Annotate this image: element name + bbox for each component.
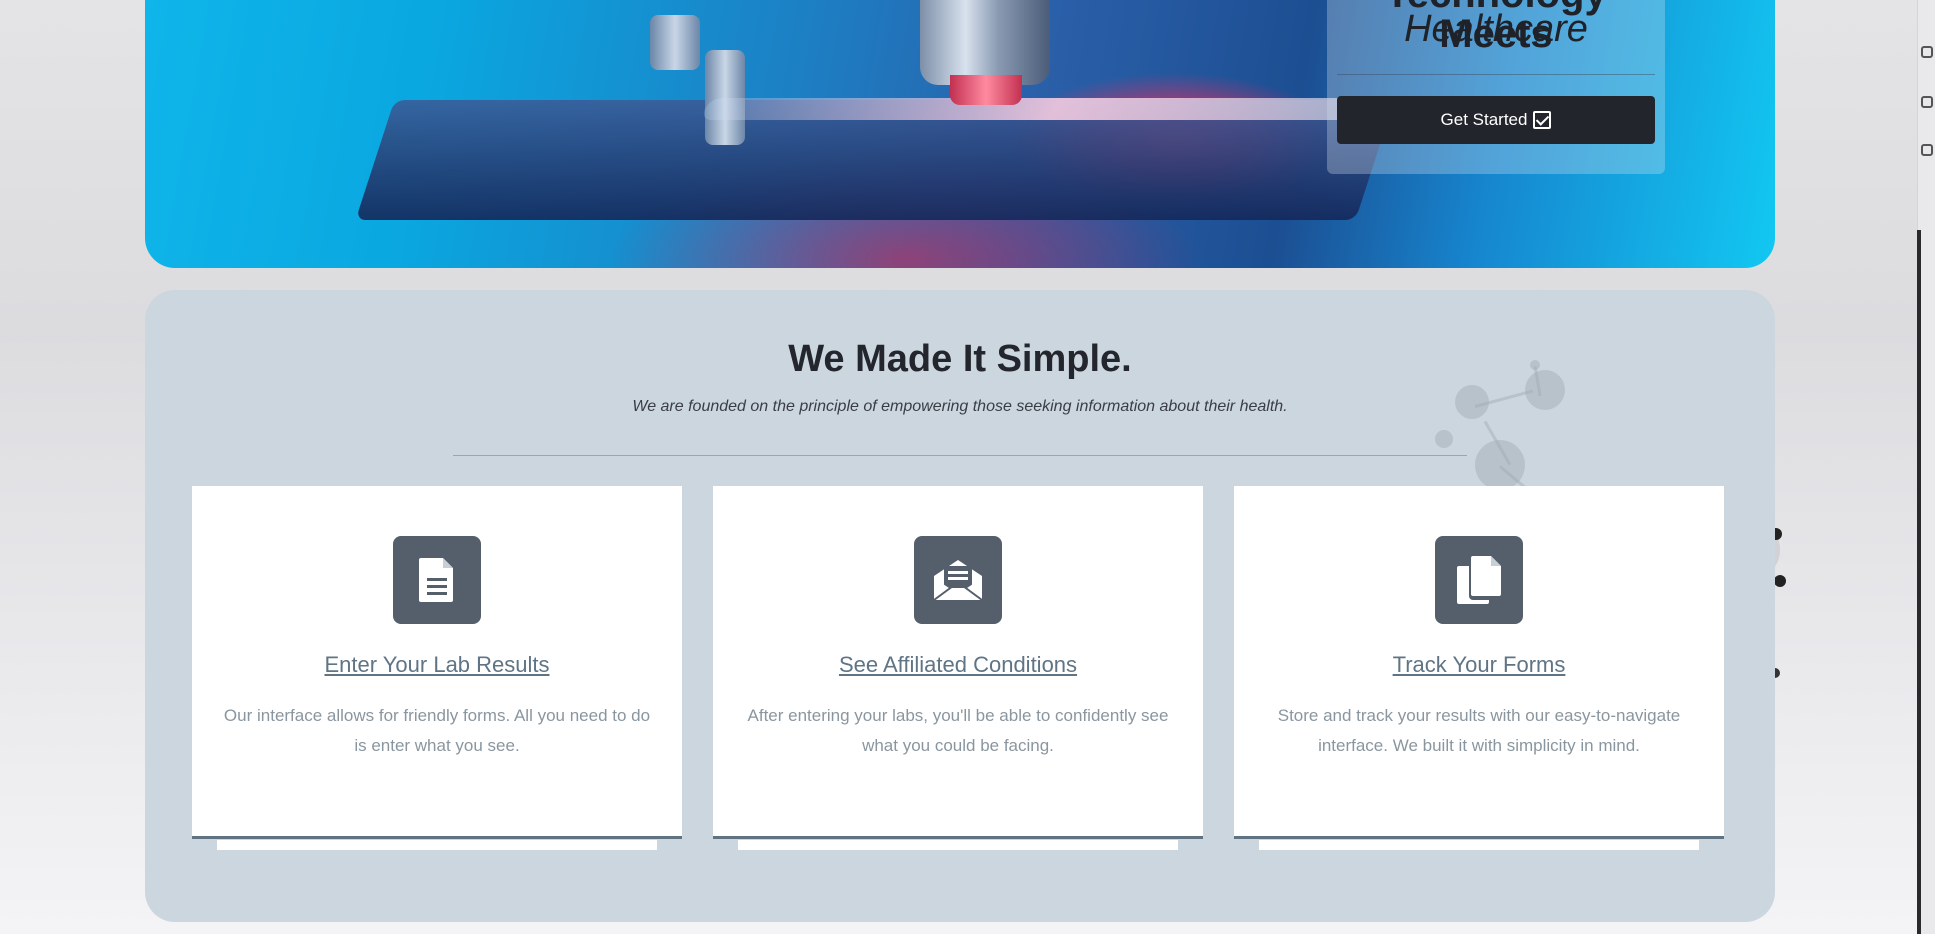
features-section: We Made It Simple. We are founded on the… [145,290,1775,922]
feature-link-forms[interactable]: Track Your Forms [1234,652,1724,678]
hero-divider [1337,74,1655,75]
feature-card-forms: Track Your Forms Store and track your re… [1234,486,1724,839]
hero-card: Technology Meets Healthcare Get Started [1327,0,1665,174]
flask-icon[interactable] [1921,96,1933,108]
get-started-label: Get Started [1440,110,1528,129]
card-shadow [738,840,1178,850]
background-molecule [1774,575,1786,587]
feature-card-lab-results: Enter Your Lab Results Our interface all… [192,486,682,839]
section-divider [453,455,1467,456]
panel-icon[interactable] [1921,144,1933,156]
hero-banner: Technology Meets Healthcare Get Started [145,0,1775,268]
envelope-open-icon [914,536,1002,624]
hero-microscope-lens [920,0,1050,85]
card-shadow [1259,840,1699,850]
feature-link-lab-results[interactable]: Enter Your Lab Results [192,652,682,678]
feature-card-conditions: See Affiliated Conditions After entering… [713,486,1203,839]
feature-description: Our interface allows for friendly forms.… [223,706,651,755]
molecule-decoration [1435,430,1453,448]
feature-description: Store and track your results with our ea… [1277,706,1681,755]
get-started-button[interactable]: Get Started [1337,96,1655,144]
copy-documents-icon [1435,536,1523,624]
hero-microscope-slide [699,98,1411,120]
hero-microscope-knob [650,15,700,70]
hero-microscope-light [950,75,1022,105]
section-title: We Made It Simple. [788,338,1132,380]
hero-title-emphasis: Healthcare [1404,8,1588,50]
section-subtitle: We are founded on the principle of empow… [632,398,1288,415]
scrollbar-thumb[interactable] [1917,230,1921,934]
feature-description: After entering your labs, you'll be able… [747,706,1169,755]
check-square-icon [1533,111,1552,129]
card-shadow [217,840,657,850]
branch-icon[interactable] [1921,46,1933,58]
document-icon [393,536,481,624]
feature-link-conditions[interactable]: See Affiliated Conditions [713,652,1203,678]
